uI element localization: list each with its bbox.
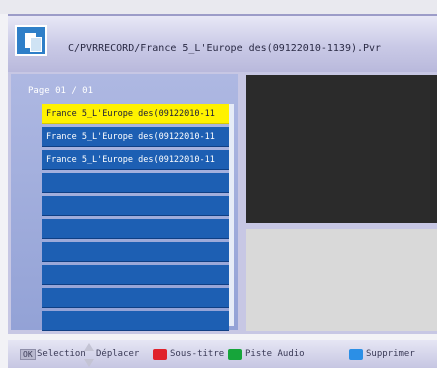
delete-label: Supprimer [366,349,415,359]
list-item[interactable]: France 5_L'Europe des(09122010-11 [42,150,229,170]
list-item[interactable]: France 5_L'Europe des(09122010-11 [42,104,229,124]
list-scrollbar[interactable] [229,104,234,326]
list-item-empty[interactable] [42,173,229,193]
blue-key-icon [349,349,363,360]
list-item-empty[interactable] [42,219,229,239]
selection-label: Selection [37,349,86,359]
audio-track-label: Piste Audio [245,349,305,359]
video-preview [246,75,437,223]
file-icon-page-back [30,37,42,52]
header-bar: C/PVRRECORD/France 5_L'Europe des(091220… [8,14,437,72]
updown-arrows-icon [84,343,94,367]
list-item-empty[interactable] [42,288,229,308]
recording-list: France 5_L'Europe des(09122010-11 France… [42,104,229,334]
file-path: C/PVRRECORD/France 5_L'Europe des(091220… [68,43,382,54]
list-item-empty[interactable] [42,311,229,331]
list-item-empty[interactable] [42,265,229,285]
red-key-icon [153,349,167,360]
green-key-icon [228,349,242,360]
list-item-empty[interactable] [42,196,229,216]
list-item[interactable]: France 5_L'Europe des(09122010-11 [42,127,229,147]
ok-key-icon: OK [20,349,36,360]
list-item-empty[interactable] [42,242,229,262]
subtitle-label: Sous-titre [170,349,225,359]
info-panel [246,229,437,331]
move-label: Déplacer [96,349,140,359]
file-icon [15,25,47,56]
page-indicator: Page 01 / 01 [28,86,94,96]
top-edge [0,0,437,14]
